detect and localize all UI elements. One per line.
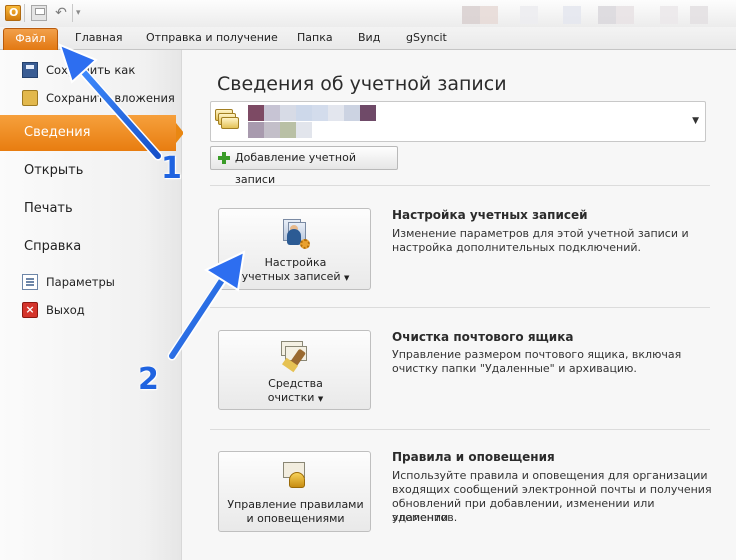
- section-title: Очистка почтового ящика: [392, 330, 574, 344]
- chevron-down-icon[interactable]: ▼: [692, 116, 699, 126]
- blurred-account-name: [328, 105, 344, 121]
- attachment-icon: [22, 90, 38, 106]
- backstage-nav: Сохранить как Сохранить вложения Сведени…: [0, 50, 184, 560]
- account-settings-label-2: учетных записей ▼: [241, 270, 350, 283]
- account-icon: [215, 109, 241, 133]
- blurred-account-name: [296, 105, 312, 121]
- nav-tab-help[interactable]: Справка: [0, 229, 180, 265]
- blurred-title: [480, 6, 498, 24]
- blurred-account-name: [280, 105, 296, 121]
- tab-file[interactable]: Файл: [3, 28, 58, 50]
- plus-icon: [218, 152, 230, 164]
- blurred-title: [660, 6, 678, 24]
- undo-icon[interactable]: ↶: [53, 5, 69, 21]
- ribbon-tab-bar: Файл Главная Отправка и получение Папка …: [0, 27, 736, 50]
- account-settings-button[interactable]: Настройка учетных записей ▼: [218, 208, 371, 290]
- section-desc: настройка дополнительных подключений.: [392, 241, 642, 254]
- save-as-label: Сохранить как: [46, 63, 136, 77]
- save-icon[interactable]: [31, 5, 47, 21]
- manage-rules-button[interactable]: Управление правилами и оповещениями: [218, 451, 371, 532]
- close-icon: ×: [22, 302, 38, 318]
- divider: [210, 307, 710, 308]
- title-bar: ↶ ▾: [0, 0, 736, 27]
- blurred-account-name: [248, 122, 264, 138]
- options-label: Параметры: [46, 275, 115, 289]
- exit-label: Выход: [46, 303, 85, 317]
- section-title: Правила и оповещения: [392, 450, 555, 464]
- account-settings-icon: [279, 219, 311, 251]
- blurred-account-name: [344, 105, 360, 121]
- options-command[interactable]: Параметры: [0, 270, 180, 294]
- section-title: Настройка учетных записей: [392, 208, 588, 222]
- cleanup-label-2: очистки ▼: [267, 391, 324, 404]
- account-info-panel: Сведения об учетной записи ▼ Добавление …: [183, 50, 736, 560]
- manage-rules-label-2: и оповещениями: [246, 512, 345, 525]
- options-icon: [22, 274, 38, 290]
- save-attachments-command[interactable]: Сохранить вложения: [0, 86, 180, 110]
- blurred-title: [462, 6, 480, 24]
- divider: [24, 4, 25, 22]
- rules-alerts-icon: [279, 460, 311, 492]
- tab-view[interactable]: Вид: [358, 31, 380, 44]
- nav-tab-open[interactable]: Открыть: [0, 153, 180, 189]
- step-number-1: 1: [161, 151, 182, 186]
- add-account-label: Добавление учетной записи: [235, 151, 356, 186]
- section-desc: очистку папки "Удаленные" и архивацию.: [392, 362, 637, 375]
- dropdown-caret-icon: ▼: [344, 274, 350, 282]
- divider: [72, 4, 73, 22]
- save-as-command[interactable]: Сохранить как: [0, 58, 180, 82]
- section-desc: Используйте правила и оповещения для орг…: [392, 469, 708, 482]
- blurred-title: [520, 6, 538, 24]
- section-desc: элементов.: [392, 511, 458, 524]
- section-desc: Изменение параметров для этой учетной за…: [392, 227, 689, 240]
- tab-home[interactable]: Главная: [75, 31, 123, 44]
- tab-gsyncit[interactable]: gSyncit: [406, 31, 447, 44]
- blurred-title: [598, 6, 616, 24]
- divider: [210, 429, 710, 430]
- page-title: Сведения об учетной записи: [217, 73, 507, 95]
- tab-folder[interactable]: Папка: [297, 31, 333, 44]
- divider: [210, 185, 710, 186]
- nav-tab-info[interactable]: Сведения: [0, 115, 184, 151]
- section-desc: входящих сообщений электронной почты и п…: [392, 483, 712, 496]
- step-number-2: 2: [138, 362, 159, 397]
- exit-command[interactable]: × Выход: [0, 298, 180, 322]
- blurred-account-name: [264, 122, 280, 138]
- outlook-logo-icon[interactable]: [5, 5, 21, 21]
- manage-rules-label-1: Управление правилами: [227, 498, 364, 511]
- blurred-account-name: [312, 105, 328, 121]
- account-select[interactable]: ▼: [210, 101, 706, 142]
- blurred-title: [616, 6, 634, 24]
- save-attachments-label: Сохранить вложения: [46, 91, 175, 105]
- blurred-account-name: [280, 122, 296, 138]
- blurred-title: [690, 6, 708, 24]
- blurred-title: [563, 6, 581, 24]
- section-desc: Управление размером почтового ящика, вкл…: [392, 348, 682, 361]
- tab-send-receive[interactable]: Отправка и получение: [146, 31, 278, 44]
- blurred-account-name: [360, 105, 376, 121]
- cleanup-icon: [279, 339, 311, 373]
- blurred-account-name: [296, 122, 312, 138]
- dropdown-caret-icon: ▼: [317, 395, 324, 403]
- blurred-account-name: [264, 105, 280, 121]
- account-settings-label-1: Настройка: [264, 256, 327, 269]
- save-as-icon: [22, 62, 38, 78]
- cleanup-tools-button[interactable]: Средства очистки ▼: [218, 330, 371, 410]
- add-account-button[interactable]: Добавление учетной записи: [210, 146, 398, 186]
- nav-tab-print[interactable]: Печать: [0, 191, 180, 227]
- blurred-account-name: [248, 105, 264, 121]
- customize-toolbar-icon[interactable]: ▾: [76, 5, 92, 21]
- cleanup-label-1: Средства: [268, 377, 323, 390]
